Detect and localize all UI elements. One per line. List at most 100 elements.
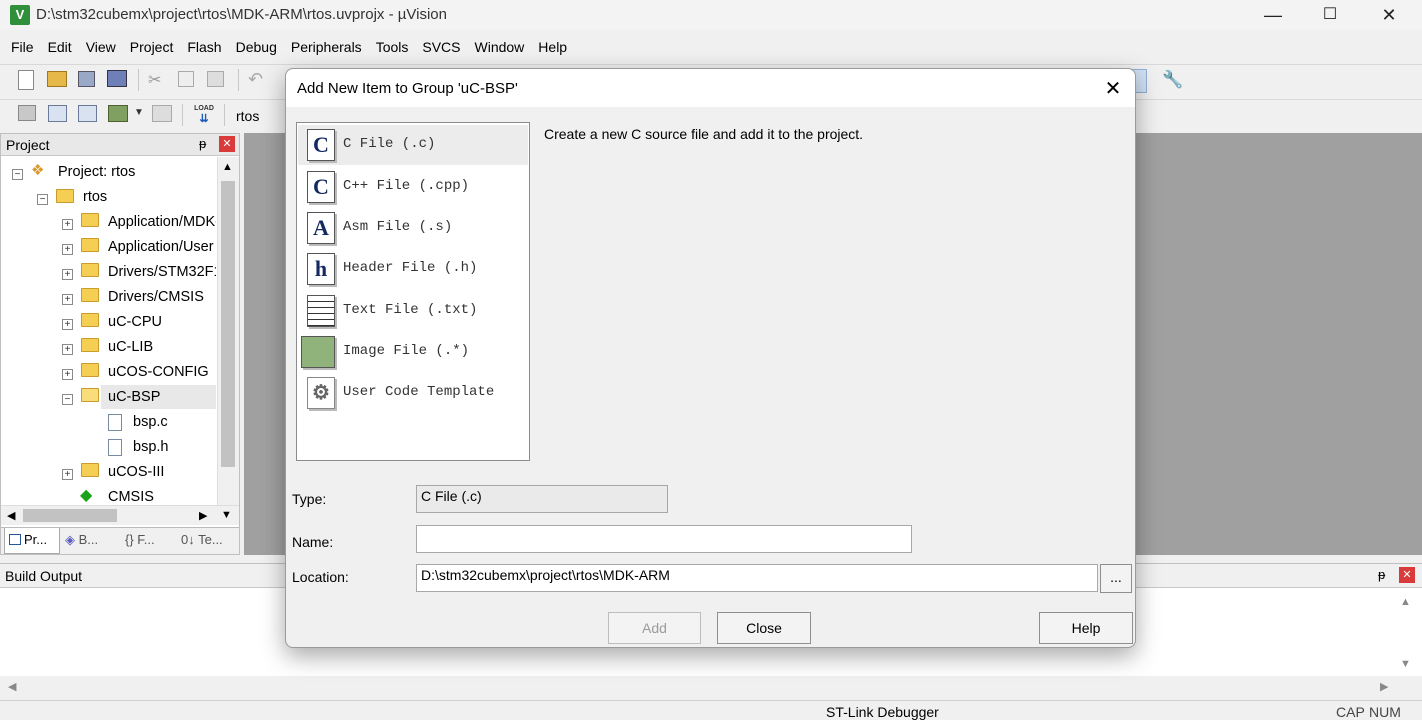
open-folder-icon[interactable] bbox=[47, 71, 67, 87]
close-button[interactable]: Close bbox=[717, 612, 811, 644]
tree-item-group[interactable]: uCOS-CONFIG bbox=[108, 360, 209, 384]
menu-file[interactable]: File bbox=[4, 36, 41, 58]
window-title: D:\stm32cubemx\project\rtos\MDK-ARM\rtos… bbox=[36, 6, 447, 23]
menu-tools[interactable]: Tools bbox=[369, 36, 416, 58]
item-image-file[interactable]: Image File (.*) bbox=[298, 332, 528, 372]
expand-icon[interactable]: + bbox=[62, 294, 73, 305]
menu-debug[interactable]: Debug bbox=[229, 36, 284, 58]
item-label: Text File (.txt) bbox=[343, 302, 478, 318]
tree-vertical-scrollbar[interactable]: ▲ bbox=[217, 157, 239, 510]
item-cpp-file[interactable]: C C++ File (.cpp) bbox=[298, 167, 528, 207]
minimize-button[interactable]: — bbox=[1250, 0, 1296, 30]
tab-functions[interactable]: {} F... bbox=[125, 532, 155, 547]
tree-item-group[interactable]: Application/User bbox=[108, 235, 214, 259]
paste-icon[interactable] bbox=[207, 71, 224, 87]
tab-templates[interactable]: 0↓ Te... bbox=[181, 532, 223, 547]
tab-books[interactable]: ◈ B... bbox=[65, 532, 98, 548]
project-icon: ❖ bbox=[31, 162, 45, 179]
menu-svcs[interactable]: SVCS bbox=[415, 36, 467, 58]
copy-icon[interactable] bbox=[178, 71, 194, 87]
item-asm-file[interactable]: A Asm File (.s) bbox=[298, 208, 528, 248]
tree-item-group[interactable]: uC-CPU bbox=[108, 310, 162, 334]
dialog-close-button[interactable]: ✕ bbox=[1098, 75, 1128, 103]
pin-icon[interactable]: ᵽ bbox=[199, 136, 206, 151]
collapse-icon[interactable]: − bbox=[37, 194, 48, 205]
expand-icon[interactable]: + bbox=[62, 344, 73, 355]
tree-horizontal-scrollbar[interactable]: ◀ ▶ ▼ bbox=[1, 505, 239, 525]
batch-build-icon[interactable] bbox=[108, 105, 128, 122]
tree-item-project[interactable]: Project: rtos bbox=[58, 160, 135, 184]
pin-icon[interactable]: ᵽ bbox=[1378, 567, 1385, 582]
expand-icon[interactable]: + bbox=[62, 319, 73, 330]
add-button[interactable]: Add bbox=[608, 612, 701, 644]
tree-item-file[interactable]: bsp.h bbox=[133, 435, 168, 459]
tree-item-group[interactable]: uC-LIB bbox=[108, 335, 153, 359]
tab-project[interactable]: Pr... bbox=[4, 528, 60, 554]
expand-icon[interactable]: + bbox=[62, 219, 73, 230]
close-pane-icon[interactable]: ✕ bbox=[219, 136, 235, 152]
maximize-button[interactable]: ☐ bbox=[1307, 0, 1353, 30]
item-header-file[interactable]: h Header File (.h) bbox=[298, 249, 528, 289]
tree-item-group[interactable]: Drivers/STM32F1xx_HAL_Driver bbox=[108, 260, 216, 284]
expand-icon[interactable]: + bbox=[62, 269, 73, 280]
scroll-down-icon[interactable]: ▼ bbox=[1400, 658, 1411, 670]
item-user-code-template[interactable]: ⚙ User Code Template bbox=[298, 373, 528, 413]
collapse-icon[interactable]: − bbox=[12, 169, 23, 180]
name-label: Name: bbox=[292, 534, 334, 550]
scroll-right-icon[interactable]: ▶ bbox=[1380, 680, 1388, 693]
close-pane-icon[interactable]: ✕ bbox=[1399, 567, 1415, 583]
menu-peripherals[interactable]: Peripherals bbox=[284, 36, 369, 58]
item-text-file[interactable]: Text File (.txt) bbox=[298, 291, 528, 331]
menu-window[interactable]: Window bbox=[468, 36, 532, 58]
undo-icon[interactable]: ↶ bbox=[248, 69, 268, 89]
target-select[interactable]: rtos bbox=[236, 108, 259, 124]
project-pane-title: Project bbox=[6, 137, 50, 153]
scroll-left-icon[interactable]: ◀ bbox=[7, 509, 15, 522]
tree-item-group[interactable]: Application/MDK-ARM bbox=[108, 210, 216, 234]
item-c-file[interactable]: C C File (.c) bbox=[298, 125, 528, 165]
scrollbar-thumb[interactable] bbox=[23, 509, 117, 522]
scroll-down-icon[interactable]: ▼ bbox=[221, 509, 232, 521]
close-window-button[interactable]: ✕ bbox=[1366, 0, 1412, 30]
help-button[interactable]: Help bbox=[1039, 612, 1133, 644]
text-file-icon bbox=[307, 295, 335, 327]
build-horizontal-scrollbar[interactable]: ◀ ▶ bbox=[0, 676, 1422, 698]
toolbar-separator bbox=[238, 69, 239, 91]
tree-item-file[interactable]: bsp.c bbox=[133, 410, 168, 434]
scroll-left-icon[interactable]: ◀ bbox=[8, 680, 16, 693]
cpp-file-icon: C bbox=[307, 171, 335, 203]
folder-icon bbox=[81, 463, 99, 477]
expand-icon[interactable]: + bbox=[62, 369, 73, 380]
menu-edit[interactable]: Edit bbox=[41, 36, 79, 58]
name-input[interactable] bbox=[416, 525, 912, 553]
expand-icon[interactable]: + bbox=[62, 469, 73, 480]
menu-help[interactable]: Help bbox=[531, 36, 574, 58]
menu-view[interactable]: View bbox=[79, 36, 123, 58]
new-file-icon[interactable] bbox=[18, 70, 34, 90]
scrollbar-thumb[interactable] bbox=[221, 181, 235, 467]
tree-item-group[interactable]: uCOS-III bbox=[108, 460, 164, 484]
build-icon[interactable] bbox=[48, 105, 67, 122]
save-icon[interactable] bbox=[78, 71, 95, 87]
chevron-down-icon[interactable]: ▼ bbox=[134, 107, 154, 127]
tree-item-group[interactable]: Drivers/CMSIS bbox=[108, 285, 204, 309]
rebuild-icon[interactable] bbox=[78, 105, 97, 122]
scroll-up-icon[interactable]: ▲ bbox=[222, 161, 233, 173]
tree-item-group-selected[interactable]: uC-BSP bbox=[108, 385, 160, 409]
save-all-icon[interactable] bbox=[107, 70, 127, 87]
tree-item-target[interactable]: rtos bbox=[83, 185, 107, 209]
menu-project[interactable]: Project bbox=[123, 36, 181, 58]
wrench-icon[interactable]: 🔧 bbox=[1162, 70, 1183, 90]
menu-flash[interactable]: Flash bbox=[180, 36, 228, 58]
expand-icon[interactable]: + bbox=[62, 244, 73, 255]
collapse-icon[interactable]: − bbox=[62, 394, 73, 405]
cut-icon[interactable]: ✂ bbox=[148, 70, 168, 90]
translate-icon[interactable] bbox=[18, 105, 36, 121]
location-input[interactable]: D:\stm32cubemx\project\rtos\MDK-ARM bbox=[416, 564, 1098, 592]
browse-button[interactable]: ... bbox=[1100, 564, 1132, 593]
stop-build-icon[interactable] bbox=[152, 105, 172, 122]
load-download-icon[interactable]: LOAD ⇊ bbox=[192, 104, 216, 126]
scroll-up-icon[interactable]: ▲ bbox=[1400, 596, 1411, 608]
scroll-right-icon[interactable]: ▶ bbox=[199, 509, 207, 522]
project-pane-tabs: Pr... ◈ B... {} F... 0↓ Te... bbox=[1, 527, 239, 554]
